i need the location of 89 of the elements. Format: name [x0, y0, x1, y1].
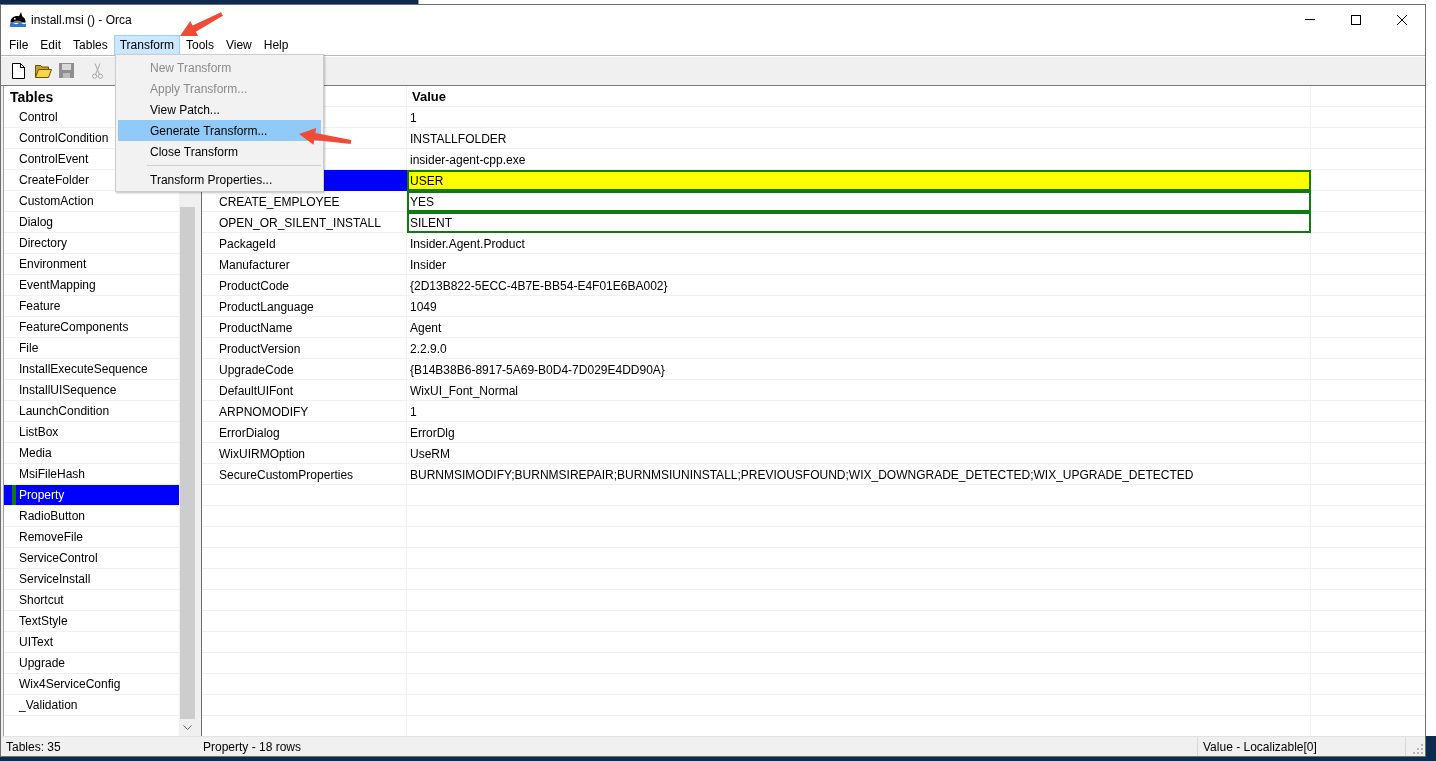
table-list-item[interactable]: Directory	[19, 236, 67, 250]
table-list-item[interactable]: Upgrade	[19, 656, 66, 670]
close-icon	[1397, 14, 1407, 25]
table-cell-text: SecureCustomProperties	[218, 466, 355, 484]
table-list-item[interactable]: Feature	[19, 299, 61, 313]
table-cell-text: 1	[409, 109, 418, 127]
table-list-item[interactable]: Environment	[19, 257, 87, 271]
maximize-icon	[1351, 14, 1361, 25]
table-cell-text: CREATE_EMPLOYEE	[218, 193, 341, 211]
table-cell-text: ARPNOMODIFY	[218, 403, 310, 421]
table-cell-text: 2.2.9.0	[409, 340, 448, 358]
table-cell-text: {B14B38B6-8917-5A69-B0D4-7D029E4DD90A}	[409, 361, 666, 379]
new-file-icon[interactable]	[12, 62, 25, 79]
table-list-item[interactable]: Dialog	[19, 215, 54, 229]
folder-icon[interactable]	[35, 63, 52, 78]
table-cell-text: WixUI_Font_Normal	[409, 382, 520, 400]
table-list-item[interactable]: ControlCondition	[19, 131, 109, 145]
table-cell-text: UseRM	[409, 445, 451, 463]
arrow-icon	[180, 12, 223, 37]
table-list-item[interactable]: EventMapping	[19, 278, 96, 292]
table-cell-text: 1	[409, 403, 418, 421]
menu-item[interactable]: Tools	[179, 35, 220, 55]
table-list-item[interactable]: ServiceInstall	[19, 572, 91, 586]
menu-item[interactable]: Close Transform	[118, 141, 321, 162]
table-cell-text: BURNMSIMODIFY;BURNMSIREPAIR;BURNMSIUNINSTALL;PREVIOUSFOUND;WIX_DOWNGRADE_DETECTED;WIX_UPGRADE_DETECTED	[409, 466, 1195, 484]
panel-heading: Tables	[10, 88, 54, 105]
table-list-item[interactable]: RemoveFile	[19, 530, 84, 544]
status-text: Value - Localizable[0]	[1203, 739, 1317, 754]
table-list-item[interactable]: Control	[19, 110, 58, 124]
whale-icon	[10, 12, 26, 27]
table-list-item[interactable]: Property	[4, 485, 179, 506]
table-cell-text: OPEN_OR_SILENT_INSTALL	[218, 214, 382, 232]
menu-item[interactable]: Transform	[113, 35, 180, 55]
chevron-down-icon[interactable]	[183, 725, 192, 730]
menu-item[interactable]: View	[219, 35, 258, 55]
table-list-item[interactable]: ServiceControl	[19, 551, 98, 565]
table-list-item[interactable]: ListBox	[19, 425, 59, 439]
table-list-item[interactable]: CreateFolder	[19, 173, 90, 187]
column-header: Value	[412, 89, 446, 104]
table-list-item[interactable]: Wix4ServiceConfig	[19, 677, 121, 691]
menu-item[interactable]: Tables	[67, 35, 114, 55]
table-cell-text: {2D13B822-5ECC-4B7E-BB54-E4F01E6BA002}	[409, 277, 669, 295]
window-title: install.msi () - Orca	[31, 12, 132, 27]
table-list-item[interactable]: ControlEvent	[19, 152, 89, 166]
table-list-item[interactable]: MsiFileHash	[19, 467, 85, 481]
table-list-item[interactable]: RadioButton	[19, 509, 86, 523]
menu-item[interactable]: Transform Properties...	[118, 169, 321, 190]
arrow-icon	[299, 128, 352, 145]
status-text: Property - 18 rows	[203, 739, 302, 754]
table-cell-text: Insider.Agent.Product	[409, 235, 526, 253]
table-cell-text: ErrorDlg	[409, 424, 456, 442]
table-cell-text: INSTALLFOLDER	[409, 130, 508, 148]
table-cell-text: WixUIRMOption	[218, 445, 306, 463]
table-list-item[interactable]: TextStyle	[19, 614, 68, 628]
menu-item[interactable]: Edit	[34, 35, 68, 55]
table-cell-text: Manufacturer	[218, 256, 291, 274]
table-list-item[interactable]: FeatureComponents	[19, 320, 129, 334]
menu-item[interactable]: Help	[257, 35, 295, 55]
table-cell-text: UpgradeCode	[218, 361, 295, 379]
table-cell: USER	[407, 170, 1311, 191]
table-list-item[interactable]: LaunchCondition	[19, 404, 110, 418]
table-cell-text: ProductVersion	[218, 340, 302, 358]
table-list-item[interactable]: InstallUISequence	[19, 383, 117, 397]
menu-item[interactable]: Generate Transform...	[118, 120, 321, 141]
table-list-item[interactable]: UIText	[19, 635, 53, 649]
menu-item[interactable]: View Patch...	[118, 99, 321, 120]
status-text: Tables: 35	[6, 739, 61, 754]
menu-item[interactable]: File	[3, 35, 35, 55]
table-cell-text: 1049	[409, 298, 438, 316]
scrollbar-thumb[interactable]	[180, 207, 195, 719]
table-cell-text: ProductName	[218, 319, 294, 337]
table-cell: SILENT	[407, 212, 1311, 233]
table-list-item[interactable]: File	[19, 341, 39, 355]
table-list-item[interactable]: Shortcut	[19, 593, 64, 607]
table-cell-text: Agent	[409, 319, 443, 337]
table-cell-text: ProductCode	[218, 277, 291, 295]
size-grip-icon[interactable]	[1413, 744, 1423, 754]
table-cell-text: ErrorDialog	[218, 424, 281, 442]
table-list-item[interactable]: CustomAction	[19, 194, 94, 208]
table-cell-text: Insider	[409, 256, 448, 274]
table-cell: YES	[407, 191, 1311, 212]
table-cell-text: DefaultUIFont	[218, 382, 295, 400]
minimize-icon	[1305, 19, 1315, 20]
table-list-item[interactable]: InstallExecuteSequence	[19, 362, 148, 376]
table-cell-text: ProductLanguage	[218, 298, 315, 316]
table-cell-text: PackageId	[218, 235, 277, 253]
table-cell-text: insider-agent-cpp.exe	[409, 151, 527, 169]
table-list-item[interactable]: _Validation	[19, 698, 78, 712]
table-list-item[interactable]: Media	[19, 446, 52, 460]
